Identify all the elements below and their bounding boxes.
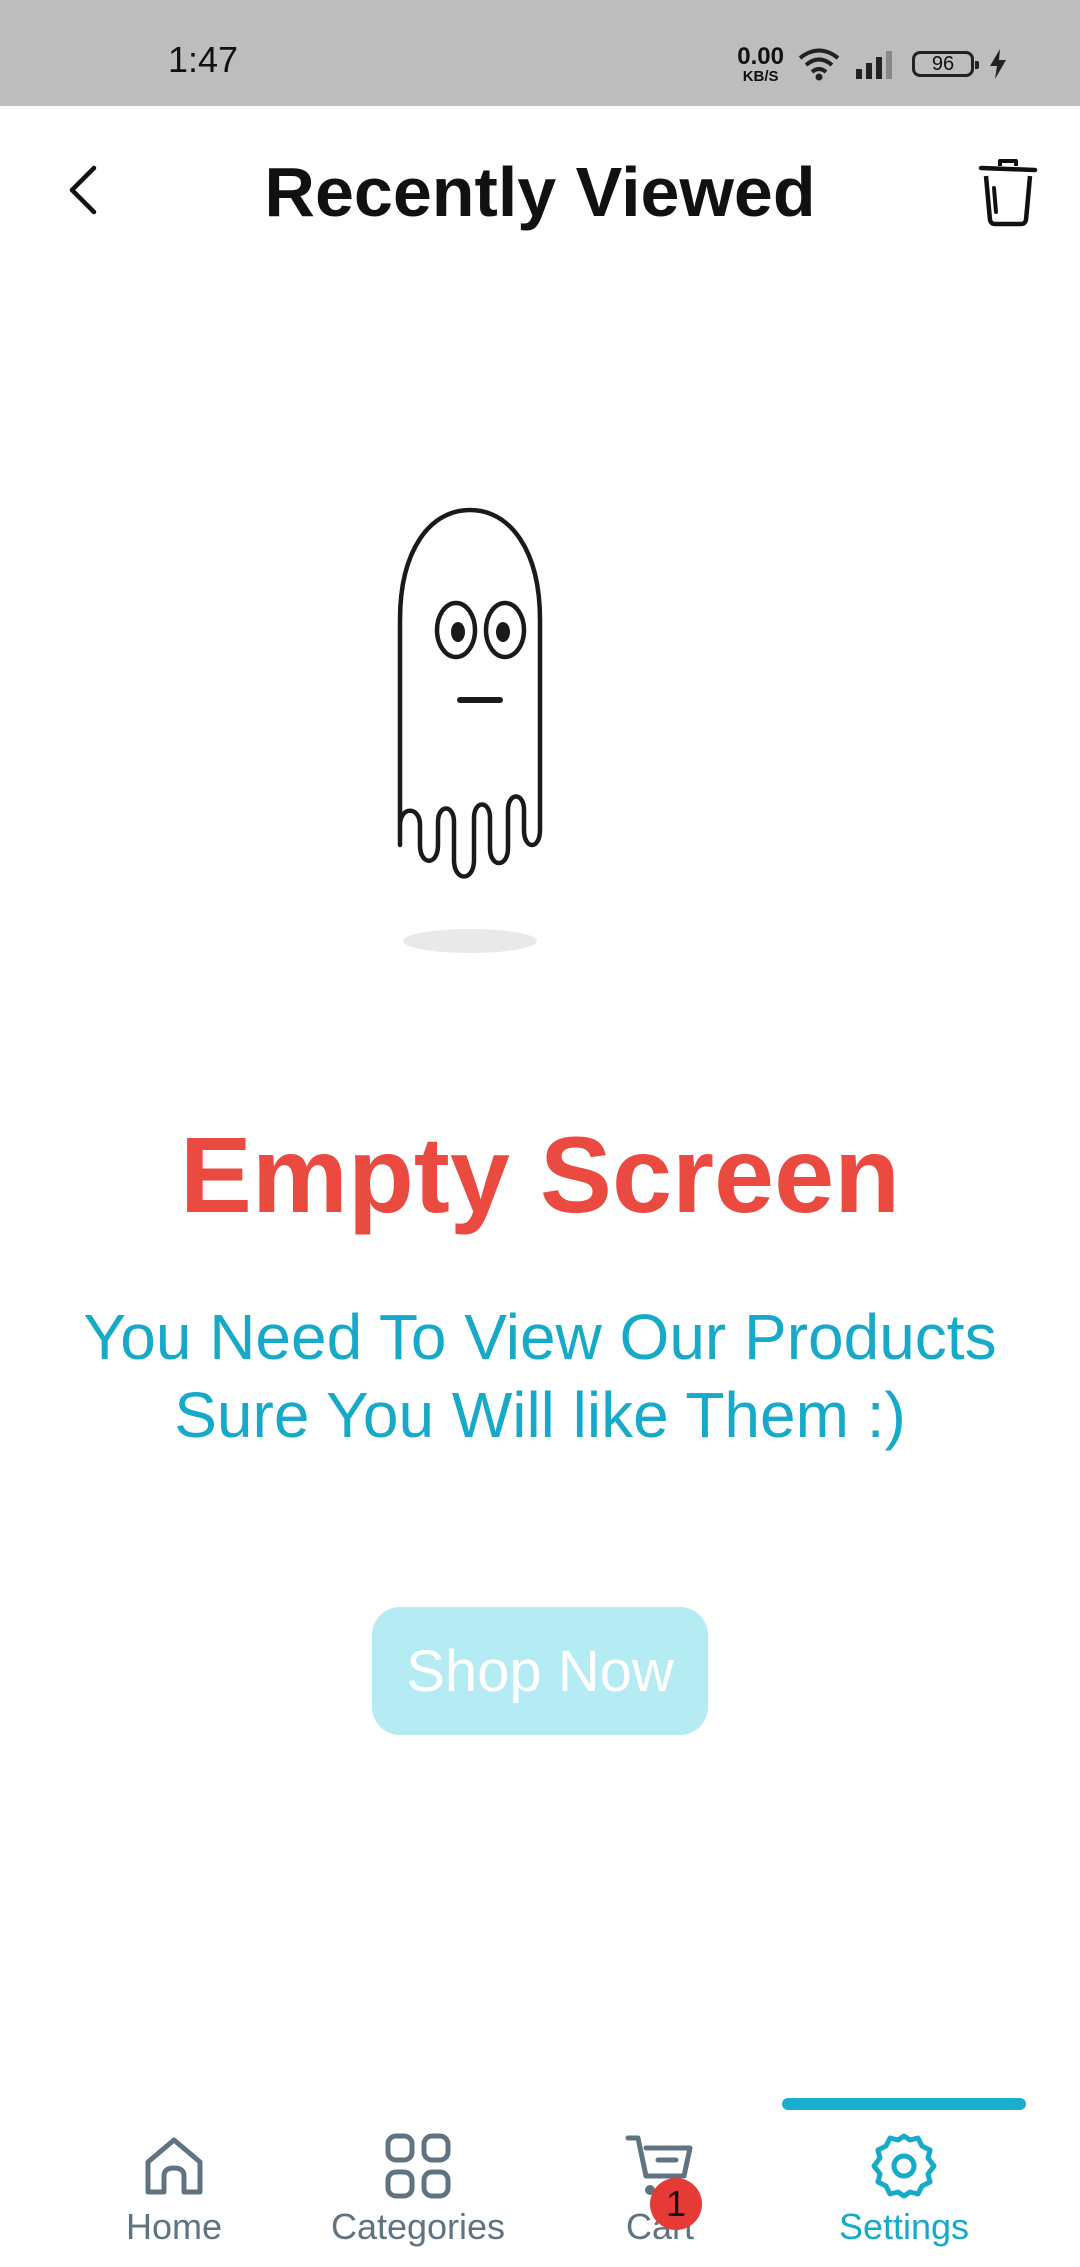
nav-label-categories: Categories — [330, 2206, 506, 2247]
nav-item-settings[interactable]: Settings — [784, 2130, 1024, 2260]
nav-item-cart[interactable]: Cart 1 — [540, 2130, 780, 2260]
cart-badge: 1 — [650, 2178, 702, 2230]
charging-icon — [990, 49, 1006, 79]
page-title: Recently Viewed — [264, 153, 816, 231]
battery-level: 96 — [931, 52, 955, 75]
clear-history-button[interactable] — [976, 158, 1040, 228]
grid-icon — [385, 2133, 451, 2199]
nav-item-home[interactable]: Home — [54, 2130, 294, 2260]
nav-label-home: Home — [125, 2206, 223, 2247]
gear-icon — [871, 2133, 937, 2199]
ghost-icon — [397, 507, 543, 879]
battery-icon: 96 — [912, 51, 979, 77]
signal-icon — [856, 51, 892, 79]
status-time: 1:47 — [168, 39, 239, 80]
nav-label-settings: Settings — [838, 2206, 970, 2247]
network-speed-value: 0.00 — [737, 42, 784, 70]
active-tab-indicator — [782, 2098, 1026, 2110]
status-bar: 1:47 0.00 KB/S 96 — [0, 0, 1080, 106]
ghost-shadow — [403, 929, 537, 953]
network-speed: 0.00 KB/S — [737, 42, 784, 85]
home-icon — [145, 2137, 203, 2195]
empty-state-subtitle: You Need To View Our Products Sure You W… — [60, 1298, 1020, 1454]
empty-state-subtitle-line1: You Need To View Our Products — [83, 1301, 997, 1373]
bottom-nav: Home Categories Cart 1 Settings — [0, 2090, 1080, 2267]
network-speed-unit: KB/S — [742, 67, 779, 85]
status-icons: 0.00 KB/S 96 — [737, 44, 1008, 84]
empty-state-title: Empty Screen — [179, 1114, 901, 1235]
empty-state-subtitle-line2: Sure You Will like Them :) — [174, 1379, 906, 1451]
nav-item-categories[interactable]: Categories — [298, 2130, 538, 2260]
wifi-icon — [798, 48, 840, 81]
app-bar: Recently Viewed — [0, 106, 1080, 274]
trash-icon — [978, 159, 1038, 227]
shop-now-button[interactable]: Shop Now — [372, 1607, 708, 1735]
